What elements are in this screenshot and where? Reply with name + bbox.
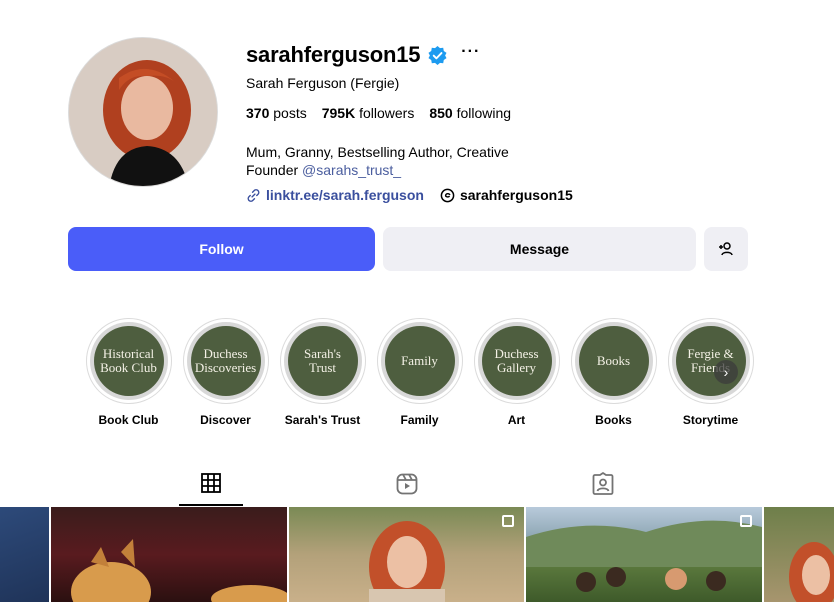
highlight-label: Storytime [682, 413, 739, 427]
bio-mention-link[interactable]: @sarahs_trust_ [302, 162, 401, 178]
post-image [368, 521, 445, 602]
highlight-cover: Family [384, 326, 455, 396]
verified-badge-icon [428, 45, 447, 65]
highlight-item[interactable]: Fergie & Friends Storytime [662, 318, 759, 427]
highlight-cover: Sarah's Trust [287, 326, 358, 396]
tagged-icon [592, 472, 614, 495]
tab-posts[interactable] [153, 466, 269, 506]
profile-external-link[interactable]: linktr.ee/sarah.ferguson [246, 187, 424, 203]
profile-bio: Mum, Granny, Bestselling Author, Creativ… [246, 143, 526, 179]
highlight-label: Discover [200, 413, 251, 427]
highlight-item[interactable]: Duchess Gallery Art [468, 318, 565, 427]
highlight-cover: Duchess Discoveries [190, 326, 261, 396]
highlights-next-arrow-icon[interactable]: › [714, 360, 738, 384]
post-image [526, 520, 763, 592]
post-image [70, 539, 287, 602]
multi-post-icon [502, 515, 515, 527]
highlight-item[interactable]: Duchess Discoveries Discover [177, 318, 274, 427]
message-button[interactable]: Message [383, 227, 696, 271]
bio-line-1: Mum, Granny, Bestselling Author, Creativ… [246, 144, 509, 160]
highlight-cover: Fergie & Friends [675, 326, 746, 396]
highlight-item[interactable]: Family Family [371, 318, 468, 427]
highlight-label: Books [595, 413, 632, 427]
posts-stat: 370 posts [246, 105, 307, 121]
multi-post-icon [740, 515, 753, 527]
profile-full-name: Sarah Ferguson (Fergie) [246, 75, 400, 91]
highlight-item[interactable]: Sarah's Trust Sarah's Trust [274, 318, 371, 427]
highlight-cover: Duchess Gallery [481, 326, 552, 396]
post-tile[interactable] [0, 507, 49, 602]
more-options-icon[interactable]: ··· [461, 44, 480, 60]
highlight-item[interactable]: Books Books [565, 318, 662, 427]
threads-badge[interactable]: sarahferguson15 [440, 187, 573, 203]
highlight-item[interactable]: Historical Book Club Book Club [80, 318, 177, 427]
follow-button[interactable]: Follow [68, 227, 375, 271]
post-tile[interactable] [50, 507, 287, 602]
profile-username: sarahferguson15 [246, 42, 421, 67]
reels-icon [396, 473, 418, 495]
avatar-photo [69, 38, 217, 186]
following-stat[interactable]: 850 following [429, 105, 511, 121]
highlight-label: Book Club [98, 413, 159, 427]
profile-stats: 370 posts 795K followers 850 following [246, 105, 511, 121]
story-highlights: Historical Book Club Book Club Duchess D… [80, 318, 759, 427]
suggest-accounts-button[interactable] [704, 227, 748, 271]
post-image [789, 542, 834, 602]
highlight-cover: Books [578, 326, 649, 396]
tab-reels[interactable] [349, 466, 465, 506]
profile-avatar[interactable] [68, 37, 218, 187]
add-person-icon [719, 242, 733, 256]
highlight-cover: Historical Book Club [93, 326, 164, 396]
highlight-label: Sarah's Trust [284, 413, 361, 427]
post-tile[interactable] [764, 507, 834, 602]
tab-tagged[interactable] [545, 466, 661, 506]
highlight-label: Art [507, 413, 526, 427]
post-tile[interactable] [288, 507, 525, 602]
grid-icon [201, 473, 221, 493]
post-tile[interactable] [526, 507, 763, 602]
followers-stat[interactable]: 795K followers [322, 105, 415, 121]
posts-grid [0, 507, 834, 602]
link-icon [247, 188, 260, 202]
bio-line-2: Founder @sarahs_trust_ [246, 162, 402, 178]
profile-tabs [68, 466, 748, 506]
threads-icon [440, 188, 455, 202]
highlight-label: Family [400, 413, 439, 427]
